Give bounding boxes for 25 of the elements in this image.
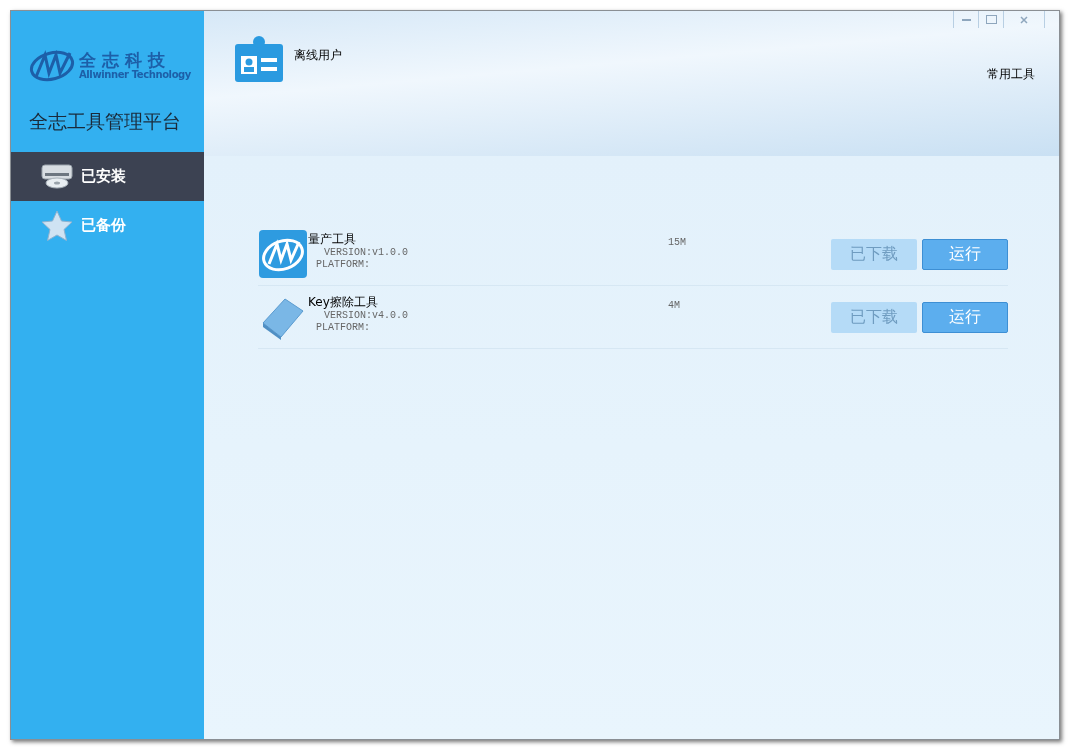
app-version: VERSION:v4.0.0 bbox=[323, 309, 409, 322]
user-status-label: 离线用户 bbox=[294, 47, 342, 64]
platform-title: 全志工具管理平台 bbox=[29, 109, 181, 135]
app-name: 量产工具 bbox=[308, 231, 357, 247]
nav-item[interactable]: 已备份 bbox=[11, 201, 204, 250]
brand-name: 全 志 科 技 bbox=[79, 51, 166, 69]
app-name: Key擦除工具 bbox=[308, 294, 379, 310]
minimize-icon bbox=[961, 18, 971, 21]
app-logo-icon bbox=[259, 230, 307, 278]
brand-subtitle: Allwinner Technology bbox=[79, 69, 191, 81]
app-size: 4M bbox=[668, 299, 681, 313]
nav-item[interactable]: 已安装 bbox=[11, 152, 204, 201]
run-button[interactable]: 运行 bbox=[922, 301, 1008, 333]
star-icon bbox=[41, 209, 73, 242]
app-platform: PLATFORM: bbox=[315, 258, 371, 271]
run-button[interactable]: 运行 bbox=[922, 238, 1008, 270]
maximize-icon bbox=[985, 15, 997, 24]
disc-drive-icon bbox=[41, 163, 73, 190]
close-icon bbox=[1020, 15, 1028, 24]
app-platform: PLATFORM: bbox=[315, 321, 371, 334]
app-version: VERSION:v1.0.0 bbox=[323, 246, 409, 259]
app-size: 15M bbox=[668, 236, 687, 250]
common-tools-link[interactable]: 常用工具 bbox=[987, 65, 1035, 83]
brand-logo-icon bbox=[29, 49, 75, 83]
user-card-icon bbox=[235, 36, 283, 82]
